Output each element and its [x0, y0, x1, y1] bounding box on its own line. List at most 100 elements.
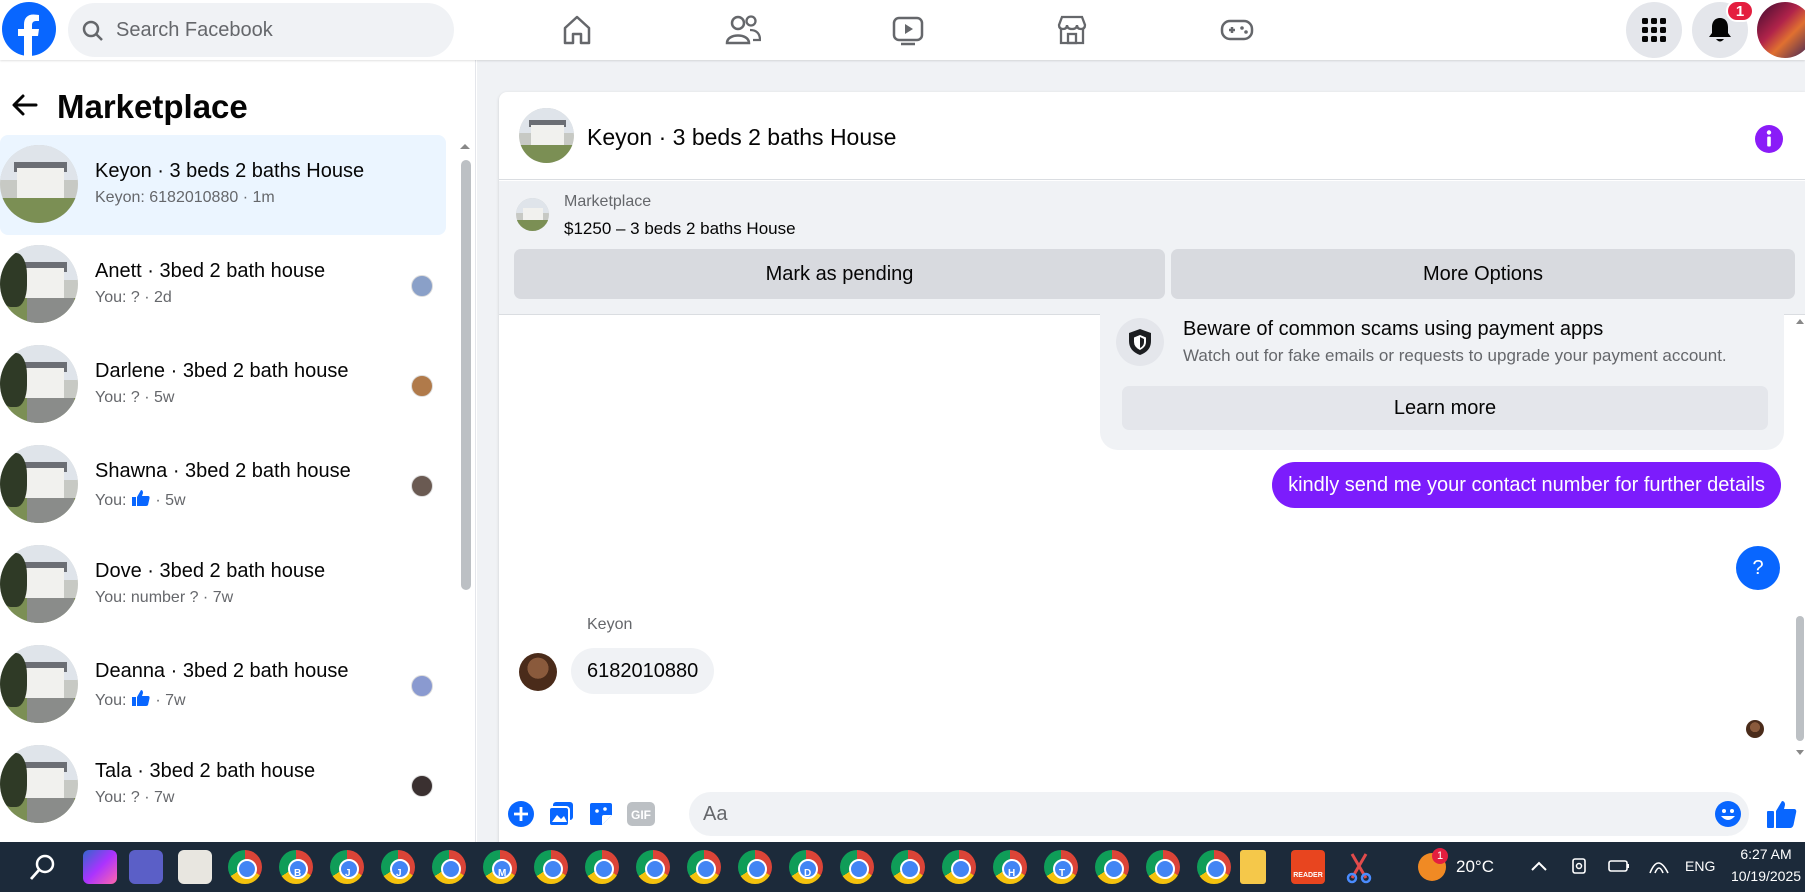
chrome-window-icon[interactable] [942, 850, 976, 884]
conversation-title: Keyon · 3 beds 2 baths House [95, 160, 365, 182]
file-explorer-icon[interactable] [1240, 850, 1266, 884]
conversation-item[interactable]: Keyon · 3 beds 2 baths House Keyon: 6182… [0, 135, 446, 235]
chrome-window-icon[interactable] [1095, 850, 1129, 884]
search-box[interactable] [68, 3, 454, 57]
chrome-profile-letter: T [1059, 868, 1066, 879]
preview-suffix: · 5w [155, 492, 186, 509]
help-button[interactable]: ? [1736, 546, 1780, 590]
menu-grid-icon[interactable] [1626, 2, 1682, 58]
conversation-title: Darlene · 3bed 2 bath house [95, 360, 349, 382]
chrome-window-icon[interactable] [432, 850, 466, 884]
language-indicator[interactable]: ENG [1685, 858, 1715, 874]
gaming-icon[interactable] [1207, 8, 1267, 52]
temperature-label[interactable]: 20°C [1456, 857, 1494, 877]
back-arrow-icon[interactable] [10, 90, 40, 125]
conversation-item[interactable]: Deanna · 3bed 2 bath house You: · 7w [0, 635, 446, 735]
windows-taskbar: B J J M D H T READER 1 20°C ENG 6:27 AM 10/19/… [0, 842, 1805, 892]
chrome-window-icon[interactable] [585, 850, 619, 884]
friends-icon[interactable] [713, 8, 773, 52]
clock-date[interactable]: 10/19/2025 [1728, 868, 1804, 884]
home-icon[interactable] [547, 8, 607, 52]
chrome-window-icon[interactable] [891, 850, 925, 884]
chrome-profile-letter: J [345, 868, 351, 879]
conversation-title: Deanna · 3bed 2 bath house [95, 660, 349, 682]
chrome-window-icon[interactable]: J [381, 850, 415, 884]
chrome-window-icon[interactable]: B [279, 850, 313, 884]
chevron-up-icon[interactable] [1530, 859, 1548, 877]
teams-icon[interactable] [129, 850, 163, 884]
chat-title[interactable]: Keyon · 3 beds 2 baths House [587, 124, 896, 151]
conversation-preview: You: · 7w [95, 689, 186, 712]
scroll-up-arrow-icon[interactable] [458, 141, 472, 151]
account-avatar[interactable] [1757, 2, 1805, 58]
chrome-window-icon[interactable] [534, 850, 568, 884]
conversation-item[interactable]: Anett · 3bed 2 bath house You: ? · 2d [0, 235, 446, 335]
scam-warning-title: Beware of common scams using payment app… [1183, 318, 1604, 340]
chat-header: Keyon · 3 beds 2 baths House [499, 92, 1805, 180]
chat-scrollbar[interactable] [1796, 616, 1804, 741]
chrome-window-icon[interactable] [687, 850, 721, 884]
chrome-window-icon[interactable]: D [789, 850, 823, 884]
listing-thumbnail [0, 245, 78, 323]
scam-warning-card: Beware of common scams using payment app… [1100, 306, 1784, 450]
chrome-window-icon[interactable] [840, 850, 874, 884]
chrome-window-icon[interactable] [1197, 850, 1231, 884]
message-input[interactable] [689, 792, 1749, 836]
chrome-window-icon[interactable]: H [993, 850, 1027, 884]
chrome-window-icon[interactable] [636, 850, 670, 884]
copilot-icon[interactable] [83, 850, 117, 884]
conversation-item[interactable]: Tala · 3bed 2 bath house You: ? · 7w [0, 735, 446, 835]
battery-icon[interactable] [1608, 857, 1630, 880]
incoming-message-bubble[interactable]: 6182010880 [571, 648, 715, 694]
conversation-item[interactable]: Dove · 3bed 2 bath house You: number ? ·… [0, 535, 446, 635]
watch-icon[interactable] [878, 8, 938, 52]
listing-source-label: Marketplace [564, 193, 652, 210]
listing-details-bar: Marketplace $1250 – 3 beds 2 baths House… [499, 181, 1805, 315]
sender-avatar[interactable] [519, 653, 557, 691]
conversation-preview: You: ? · 2d [95, 289, 172, 306]
listing-price-title[interactable]: $1250 – 3 beds 2 baths House [564, 219, 796, 239]
outgoing-message-bubble[interactable]: kindly send me your contact number for f… [1272, 462, 1781, 508]
facebook-logo-icon[interactable] [2, 2, 56, 56]
plus-circle-icon[interactable] [505, 798, 537, 830]
mark-as-pending-button[interactable]: Mark as pending [514, 249, 1165, 299]
seen-avatar [411, 275, 433, 297]
chrome-profile-letter: M [498, 868, 507, 879]
search-icon[interactable] [28, 852, 58, 887]
more-options-button[interactable]: More Options [1171, 249, 1795, 299]
reader-label: READER [1293, 872, 1323, 879]
conversation-item[interactable]: Darlene · 3bed 2 bath house You: ? · 5w [0, 335, 446, 435]
chrome-window-icon[interactable]: T [1044, 850, 1078, 884]
reader-app-icon[interactable]: READER [1291, 850, 1325, 884]
marketplace-inbox-panel: Marketplace Keyon · 3 beds 2 baths House… [0, 60, 476, 842]
gif-icon[interactable]: GIF [625, 798, 657, 830]
preview-prefix: You: [95, 692, 127, 709]
thumbs-up-icon[interactable] [1766, 798, 1798, 830]
camera-icon[interactable] [1570, 856, 1590, 881]
sidebar-scrollbar[interactable] [461, 160, 471, 590]
wifi-icon[interactable] [1648, 856, 1670, 881]
clock-time[interactable]: 6:27 AM [1730, 846, 1802, 862]
chrome-window-icon[interactable] [738, 850, 772, 884]
paint-icon[interactable] [178, 850, 212, 884]
scroll-down-arrow-icon[interactable] [1794, 748, 1805, 758]
scroll-up-arrow-icon[interactable] [1794, 316, 1805, 326]
search-input[interactable] [116, 3, 436, 57]
conversation-preview: Keyon: 6182010880 · 1m [95, 189, 275, 206]
conversation-title: Anett · 3bed 2 bath house [95, 260, 326, 282]
learn-more-button[interactable]: Learn more [1122, 386, 1768, 430]
listing-thumbnail[interactable] [519, 108, 574, 163]
photo-icon[interactable] [545, 798, 577, 830]
info-icon[interactable] [1754, 124, 1784, 159]
weather-badge: 1 [1432, 848, 1448, 864]
chrome-window-icon[interactable] [228, 850, 262, 884]
snipping-tool-icon[interactable] [1342, 850, 1376, 884]
chrome-window-icon[interactable]: M [483, 850, 517, 884]
chrome-profile-letter: H [1008, 868, 1016, 879]
sticker-icon[interactable] [585, 798, 617, 830]
chrome-window-icon[interactable]: J [330, 850, 364, 884]
chrome-window-icon[interactable] [1146, 850, 1180, 884]
emoji-icon[interactable] [1712, 798, 1744, 830]
marketplace-icon[interactable] [1042, 8, 1102, 52]
conversation-item[interactable]: Shawna · 3bed 2 bath house You: · 5w [0, 435, 446, 535]
